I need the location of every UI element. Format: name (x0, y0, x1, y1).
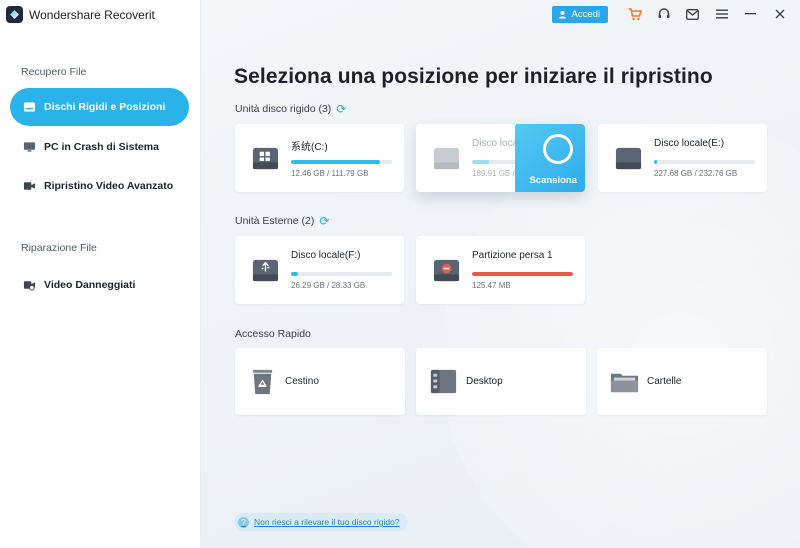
external-drives-label: Unità Esterne (2) ⟳ (235, 214, 329, 228)
drive-card-d[interactable]: Disco locale(D:) 189.91 GB / 223.0 Scans… (416, 124, 585, 192)
sidebar-item-crashed-pc[interactable]: PC in Crash di Sistema (10, 128, 189, 166)
monitor-icon (23, 142, 36, 152)
drive-usage-fill (291, 272, 299, 276)
windows-drive-icon (252, 147, 279, 170)
app-title-text: Wondershare Recoverit (29, 7, 155, 22)
drive-size: 227.68 GB / 232.76 GB (654, 169, 738, 178)
scan-button-label: Scansiona (529, 175, 577, 186)
close-icon[interactable] (765, 0, 794, 28)
drive-size: 26.29 GB / 28.33 GB (291, 281, 366, 290)
quick-access-name: Cestino (285, 376, 319, 387)
internal-drives-label: Unità disco rigido (3) ⟳ (235, 102, 346, 116)
drive-usage-fill (654, 160, 658, 164)
drive-card-c[interactable]: 系统(C:) 12.46 GB / 111.79 GB (235, 124, 404, 192)
refresh-icon[interactable]: ⟳ (336, 102, 346, 116)
quick-access-folder[interactable]: Cartelle (597, 348, 767, 415)
drive-name: Partizione persa 1 (472, 250, 553, 261)
app-title: Wondershare Recoverit (6, 6, 155, 23)
external-drives-label-text: Unità Esterne (2) (235, 215, 315, 227)
title-bar: Accedi (552, 0, 800, 28)
sidebar-item-damaged-video[interactable]: Video Danneggiati (10, 266, 189, 304)
quick-access-name: Cartelle (647, 376, 682, 387)
sidebar-item-advanced-video[interactable]: Ripristino Video Avanzato (10, 167, 189, 205)
mail-icon[interactable] (678, 0, 707, 28)
drive-usage-fill (472, 272, 573, 276)
hard-drive-icon (615, 147, 642, 170)
section-label-repair: Riparazione File (21, 242, 97, 254)
drive-usage-bar (291, 272, 392, 276)
quick-access-label-text: Accesso Rapido (235, 328, 311, 340)
drive-card-e[interactable]: Disco locale(E:) 227.68 GB / 232.76 GB (598, 124, 767, 192)
drive-name: Disco locale(E:) (654, 138, 725, 149)
scan-button[interactable]: Scansiona (515, 124, 585, 192)
drive-not-detected-help-link[interactable]: ? Non riesci a rilevare il tuo disco rig… (234, 513, 408, 531)
sidebar-item-label: Video Danneggiati (44, 279, 136, 291)
drive-card-lost-partition[interactable]: Partizione persa 1 125.47 MB (416, 236, 585, 304)
hard-drive-icon (23, 102, 36, 112)
drive-usage-bar (472, 272, 573, 276)
quick-access-name: Desktop (466, 376, 503, 387)
quick-access-trash[interactable]: Cestino (235, 348, 405, 415)
recoverit-logo-icon (6, 6, 23, 23)
drive-size: 12.46 GB / 111.79 GB (291, 169, 369, 178)
refresh-icon[interactable]: ⟳ (319, 214, 329, 228)
video-camera-icon (23, 182, 36, 190)
support-headset-icon[interactable] (649, 0, 678, 28)
sidebar-item-hard-drives[interactable]: Dischi Rigidi e Posizioni (10, 88, 189, 126)
sidebar-item-label: Ripristino Video Avanzato (44, 180, 174, 192)
drive-name: 系统(C:) (291, 142, 328, 153)
login-button-label: Accedi (571, 8, 600, 20)
drive-card-f[interactable]: Disco locale(F:) 26.29 GB / 28.33 GB (235, 236, 404, 304)
drive-usage-fill (291, 160, 380, 164)
page-title: Seleziona una posizione per iniziare il … (234, 65, 713, 88)
sidebar-item-label: Dischi Rigidi e Posizioni (44, 101, 166, 113)
question-icon: ? (238, 516, 249, 528)
main-panel: Accedi Seleziona una posizione per inizi… (201, 0, 800, 548)
sidebar-item-label: PC in Crash di Sistema (44, 141, 159, 153)
hard-drive-icon (433, 147, 460, 170)
menu-icon[interactable] (707, 0, 736, 28)
cart-icon[interactable] (620, 0, 649, 28)
drive-usage-fill (472, 160, 490, 164)
desktop-icon (430, 369, 457, 394)
drive-usage-bar (291, 160, 392, 164)
video-repair-icon (23, 281, 36, 291)
quick-access-label: Accesso Rapido (235, 328, 311, 340)
section-label-recovery: Recupero File (21, 66, 87, 78)
drive-name: Disco locale(F:) (291, 250, 361, 261)
usb-drive-icon (252, 259, 279, 282)
help-link-text: Non riesci a rilevare il tuo disco rigid… (254, 517, 400, 527)
login-button[interactable]: Accedi (552, 5, 608, 23)
user-icon (559, 10, 567, 19)
drive-size: 125.47 MB (472, 281, 511, 290)
trash-icon (252, 369, 273, 395)
internal-drives-label-text: Unità disco rigido (3) (235, 103, 332, 115)
drive-usage-bar (654, 160, 755, 164)
quick-access-desktop[interactable]: Desktop (416, 348, 586, 415)
lost-partition-icon (433, 259, 460, 282)
minimize-icon[interactable] (736, 0, 765, 28)
sidebar: Wondershare Recoverit Recupero File Disc… (0, 0, 201, 548)
folder-icon (610, 373, 639, 393)
